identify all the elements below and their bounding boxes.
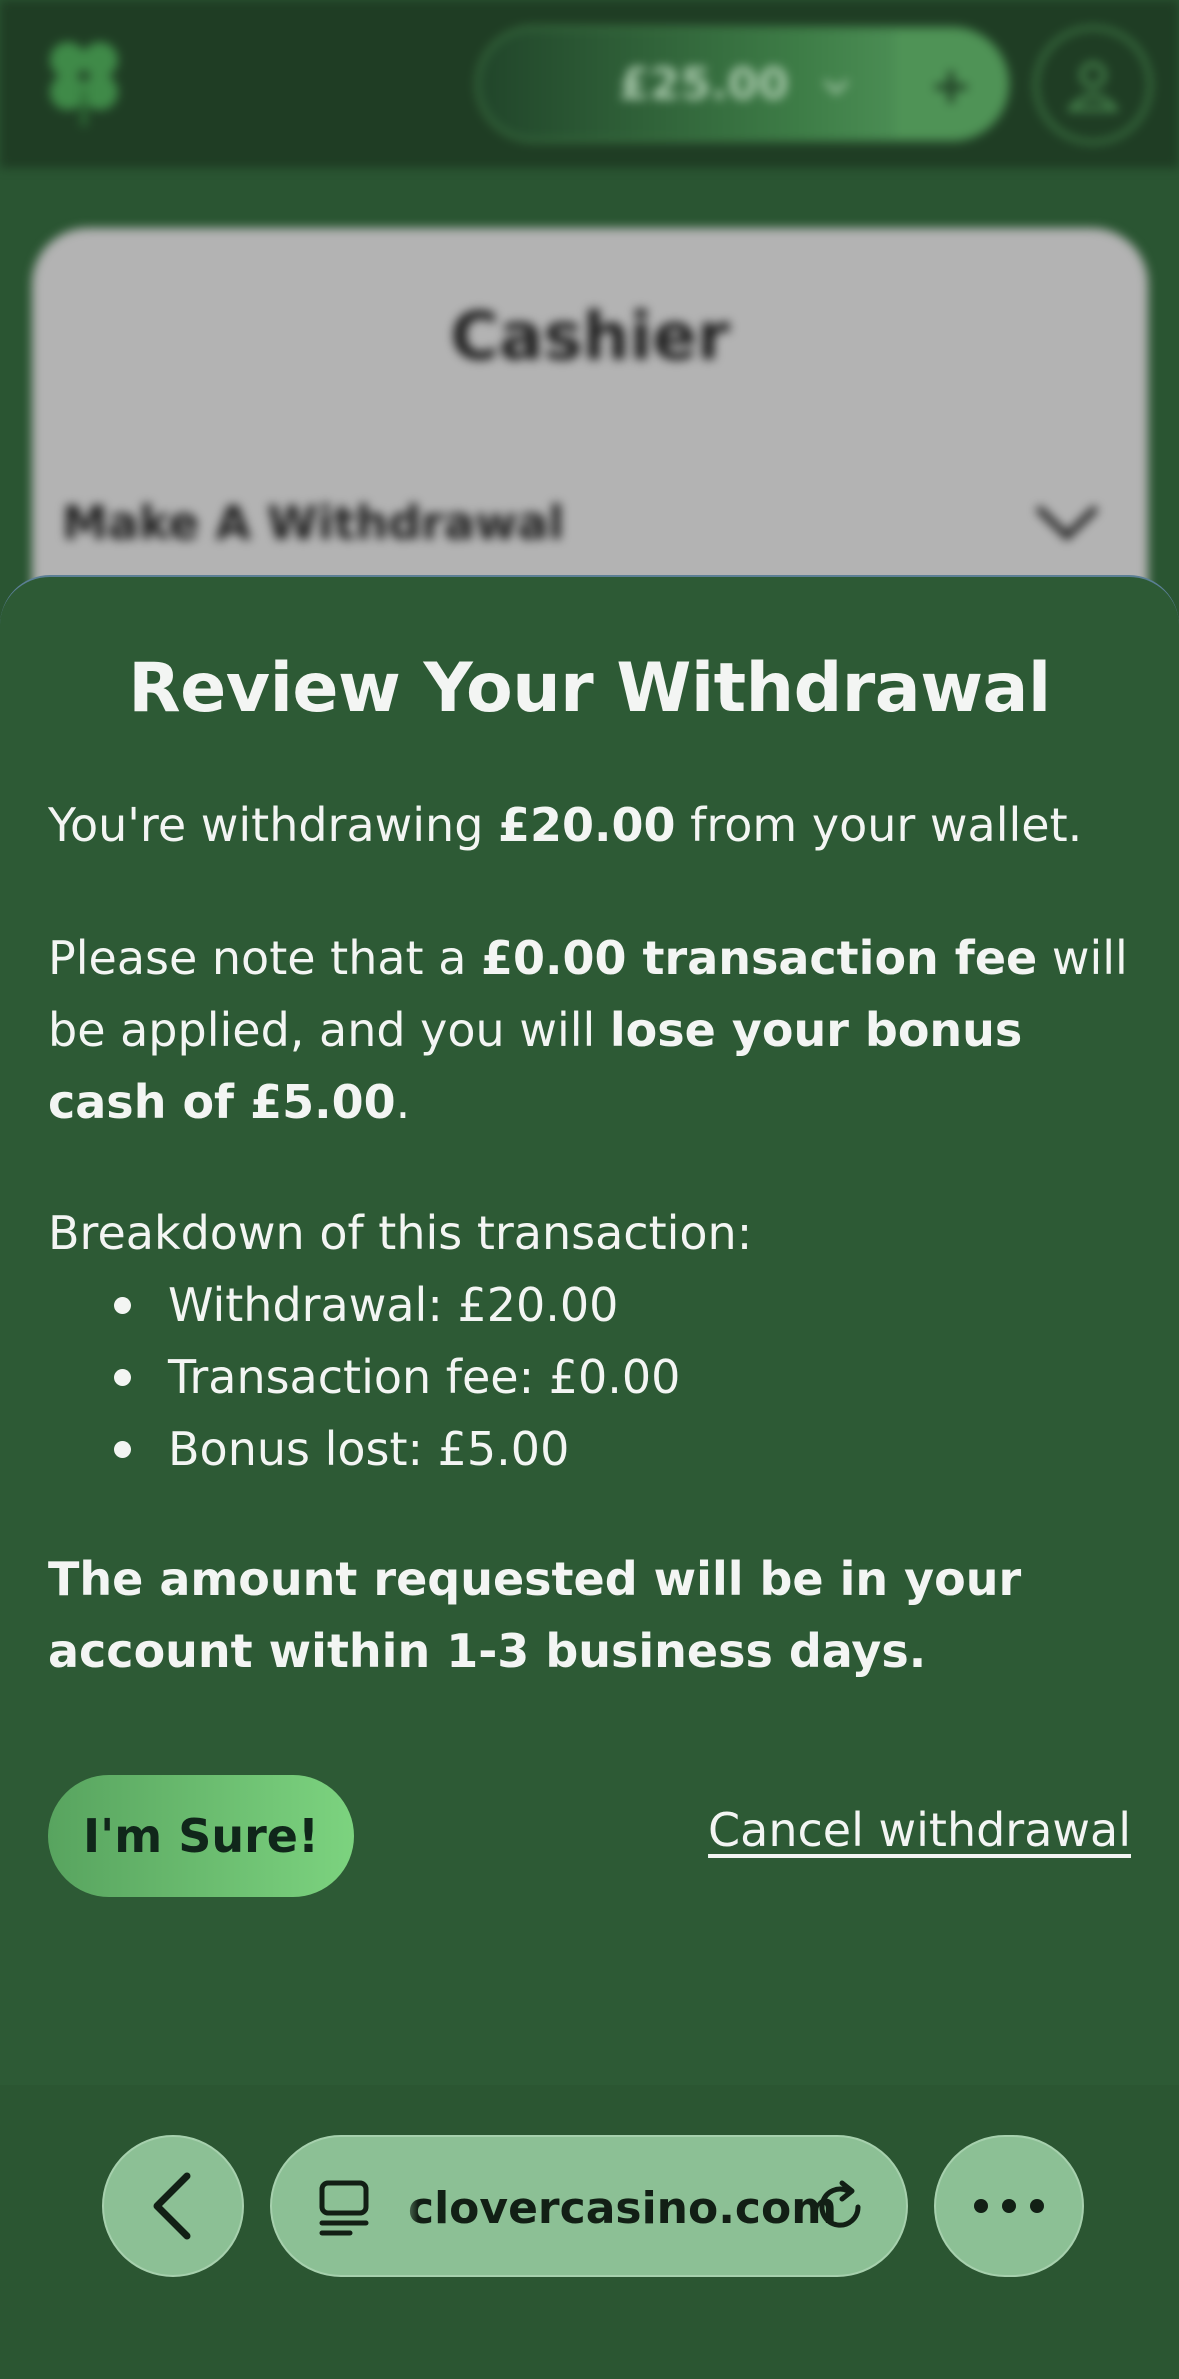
bullet-icon [114, 1297, 131, 1314]
processing-time-notice: The amount requested will be in your acc… [48, 1552, 1022, 1678]
deposit-button[interactable] [895, 29, 1007, 139]
balance-amount: £25.00 [619, 59, 789, 110]
profile-button[interactable] [1034, 26, 1152, 144]
chevron-down-icon [823, 79, 849, 95]
bullet-icon [114, 1441, 131, 1458]
plus-icon [935, 71, 967, 103]
chevron-down-icon[interactable] [1032, 498, 1102, 548]
cancel-withdrawal-link[interactable]: Cancel withdrawal [708, 1803, 1131, 1857]
withdraw-amount: £20.00 [498, 798, 676, 852]
cashier-title: Cashier [450, 298, 730, 375]
fee-notice-text: Please note that a £0.00 transaction fee… [48, 931, 1128, 1129]
back-chevron-icon [153, 2172, 191, 2240]
more-icon [974, 2199, 988, 2213]
list-item: Withdrawal: £20.00 [48, 1269, 1048, 1341]
browser-toolbar: clovercasino.com [0, 2085, 1179, 2379]
sheet-title: Review Your Withdrawal [128, 649, 1051, 728]
balance-button[interactable]: £25.00 [476, 26, 1010, 142]
url-fade [390, 2157, 418, 2257]
browser-back-button[interactable] [102, 2135, 244, 2277]
url-text: clovercasino.com [408, 2183, 838, 2234]
reload-icon[interactable] [812, 2177, 872, 2237]
bullet-icon [114, 1369, 131, 1386]
top-bar: £25.00 [0, 0, 1179, 168]
fee-amount: £0.00 transaction fee [481, 931, 1038, 985]
more-options-button[interactable] [934, 2135, 1084, 2277]
clover-logo-icon [50, 42, 118, 126]
list-item: Bonus lost: £5.00 [48, 1413, 1048, 1485]
withdrawal-section-label[interactable]: Make A Withdrawal [62, 496, 564, 550]
user-icon [1066, 62, 1120, 111]
withdraw-amount-text: You're withdrawing £20.00 from your wall… [48, 798, 1083, 852]
breakdown-list: Withdrawal: £20.00 Transaction fee: £0.0… [48, 1269, 1048, 1485]
list-item: Transaction fee: £0.00 [48, 1341, 1048, 1413]
address-bar[interactable]: clovercasino.com [270, 2135, 908, 2277]
breakdown-heading: Breakdown of this transaction: [48, 1206, 753, 1260]
more-icon [1030, 2199, 1044, 2213]
confirm-withdrawal-button[interactable]: I'm Sure! [48, 1775, 354, 1897]
tabs-icon [319, 2180, 369, 2236]
more-icon [1002, 2199, 1016, 2213]
